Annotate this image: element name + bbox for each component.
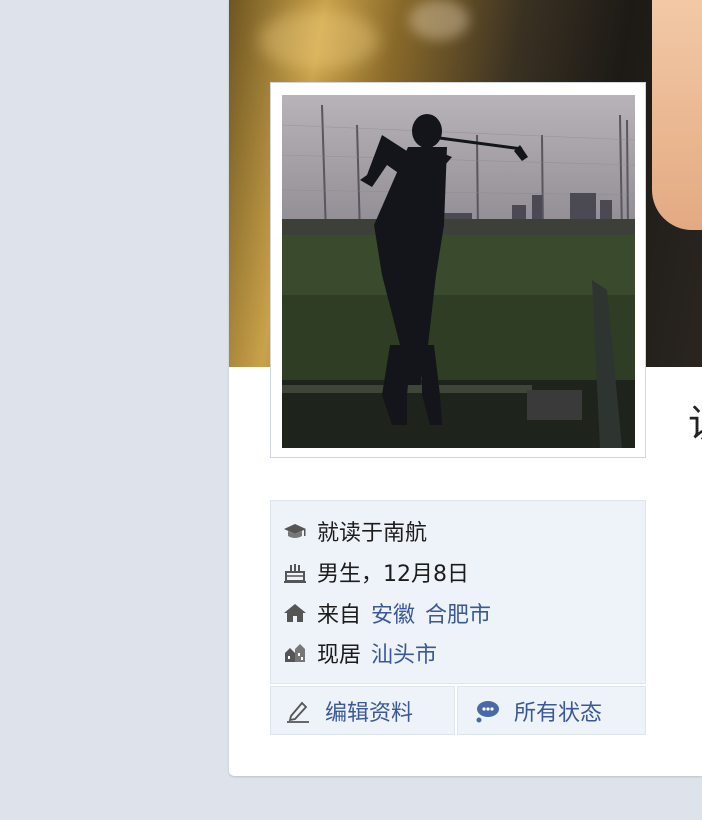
info-gender-birthday-text: 男生，12月8日 — [317, 562, 469, 587]
buildings-icon — [283, 641, 307, 665]
profile-info-box: 就读于南航 男生，12月8日 来自 安徽 合肥市 现居 汕头市 — [270, 500, 646, 684]
info-school-text: 就读于南航 — [317, 521, 428, 546]
profile-card: 访 就读于南航 男生，12月8日 来自 安徽 合肥市 现居 — [229, 0, 702, 776]
info-current-city: 现居 汕头市 — [283, 638, 437, 668]
all-status-button[interactable]: 所有状态 — [457, 686, 646, 735]
cover-light — [409, 0, 469, 40]
profile-name: 访 — [688, 405, 702, 443]
hometown-province-link[interactable]: 安徽 — [371, 597, 415, 629]
all-status-label: 所有状态 — [514, 700, 603, 726]
cover-hand — [652, 0, 702, 230]
edit-profile-button[interactable]: 编辑资料 — [270, 686, 455, 735]
speech-bubble-icon — [474, 698, 500, 724]
cake-icon — [283, 560, 307, 584]
cover-light — [259, 10, 379, 70]
avatar-photo — [282, 95, 635, 448]
current-city-link[interactable]: 汕头市 — [371, 637, 437, 669]
info-gender-birthday: 男生，12月8日 — [283, 557, 469, 587]
graduation-cap-icon — [283, 519, 307, 543]
info-current-prefix: 现居 — [317, 643, 362, 668]
hometown-city-link[interactable]: 合肥市 — [425, 597, 491, 629]
house-icon — [283, 601, 307, 625]
avatar[interactable] — [270, 82, 646, 458]
info-hometown-prefix: 来自 — [317, 603, 362, 628]
info-hometown: 来自 安徽 合肥市 — [283, 598, 491, 628]
info-school: 就读于南航 — [283, 516, 427, 546]
pencil-icon — [285, 698, 311, 724]
edit-profile-label: 编辑资料 — [325, 700, 414, 726]
